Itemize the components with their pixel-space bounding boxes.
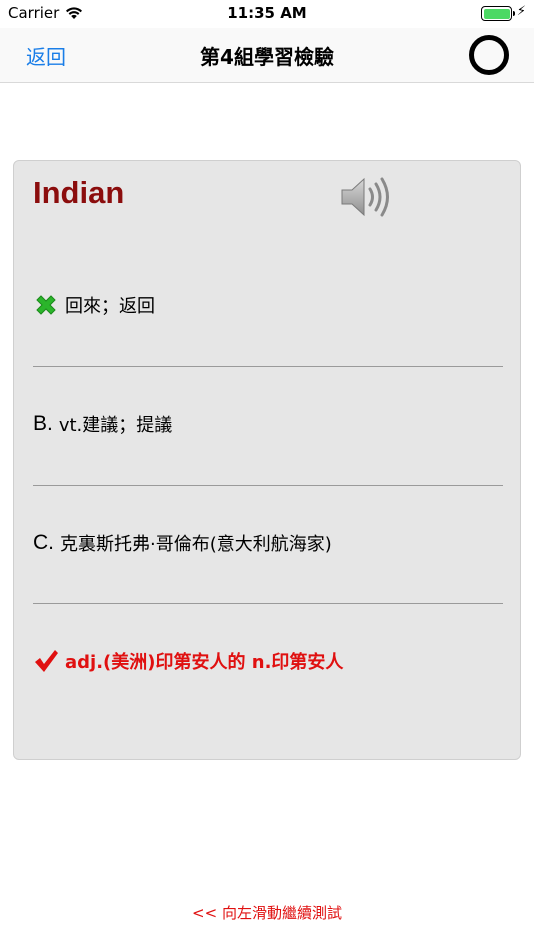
- option-b-letter: B.: [33, 412, 53, 435]
- option-b[interactable]: B. vt.建議；提議: [33, 411, 503, 437]
- option-a-text: 回來；返回: [65, 296, 155, 317]
- divider: [33, 485, 503, 486]
- option-d[interactable]: adj.(美洲)印第安人的 n.印第安人: [33, 648, 503, 674]
- option-a[interactable]: 回來；返回: [33, 292, 503, 318]
- option-c-text: 克裏斯托弗·哥倫布(意大利航海家): [60, 534, 332, 555]
- circle-button[interactable]: [469, 35, 509, 75]
- status-time: 11:35 AM: [227, 4, 307, 22]
- option-c[interactable]: C. 克裏斯托弗·哥倫布(意大利航海家): [33, 530, 503, 556]
- page-title: 第4組學習檢驗: [200, 45, 334, 69]
- battery-icon: [481, 6, 515, 21]
- quiz-word: Indian: [33, 175, 125, 210]
- quiz-card: Indian 回來；返回 B. vt.建議；提議 C. 克裏斯托弗·哥倫布(意大…: [13, 160, 521, 760]
- option-d-text: adj.(美洲)印第安人的 n.印第安人: [65, 652, 344, 673]
- status-bar: Carrier 11:35 AM ⚡: [0, 0, 534, 28]
- divider: [33, 366, 503, 367]
- checkmark-icon: [35, 650, 58, 672]
- battery-level: [483, 8, 510, 19]
- swipe-hint: << 向左滑動繼續測試: [192, 904, 342, 922]
- speaker-icon[interactable]: [340, 175, 392, 219]
- navigation-bar: 返回 第4組學習檢驗: [0, 28, 534, 83]
- charging-bolt-icon: ⚡: [516, 4, 526, 19]
- option-b-text: vt.建議；提議: [58, 415, 173, 436]
- divider: [33, 603, 503, 604]
- option-c-letter: C.: [33, 531, 54, 554]
- cross-icon: [36, 295, 56, 315]
